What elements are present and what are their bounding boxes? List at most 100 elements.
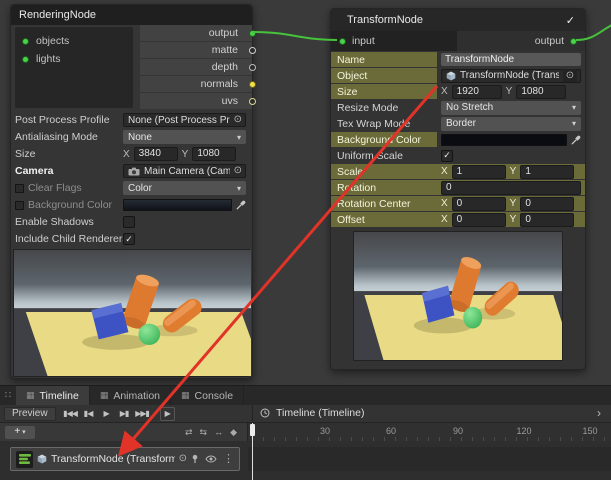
compositor-window: RenderingNode objects lights output — [0, 0, 611, 480]
size-x-field[interactable]: 1920 — [452, 85, 502, 99]
rendering-node[interactable]: RenderingNode objects lights output — [10, 4, 253, 379]
node-title: TransformNode — [347, 14, 423, 26]
output-port[interactable]: output — [457, 31, 585, 51]
object-picker-button[interactable]: ⊙ — [563, 69, 577, 82]
ruler-tick: 30 — [320, 426, 330, 436]
transform-node-properties: Name TransformNode Object TransformNode … — [331, 52, 585, 227]
size-y-field[interactable]: 1080 — [516, 85, 566, 99]
camera-field[interactable]: Main Camera (Camera) ⊙ — [123, 164, 246, 178]
playhead[interactable] — [250, 424, 255, 436]
background-color-swatch[interactable] — [123, 199, 232, 211]
replace-mode-button[interactable]: ↔ — [214, 428, 223, 437]
prev-frame-button[interactable]: ▮◀ — [81, 407, 96, 421]
tab-console[interactable]: ▦ Console — [171, 386, 244, 405]
panel-menu-icon[interactable]: ∷ — [0, 386, 16, 405]
eyedropper-icon[interactable] — [236, 200, 246, 210]
track-toolbar: + ▾ ⇄ ⇆ ↔ ◆ — [0, 423, 248, 441]
track-lane[interactable] — [248, 447, 611, 471]
output-port-matte[interactable]: matte — [140, 42, 252, 58]
output-port-depth[interactable]: depth — [140, 59, 252, 75]
property-row-object: Object TransformNode (Transform Node ⊙ — [331, 68, 585, 83]
size-x-field[interactable]: 3840 — [134, 147, 178, 161]
tex-wrap-mode-dropdown[interactable]: Border ▾ — [441, 117, 581, 131]
offset-y-field[interactable]: 0 — [520, 213, 574, 227]
rotation-center-y-field[interactable]: 0 — [520, 197, 574, 211]
resize-mode-dropdown[interactable]: No Stretch ▾ — [441, 101, 581, 115]
object-picker-icon[interactable]: ⊙ — [179, 454, 187, 464]
mix-mode-button[interactable]: ⇄ — [185, 428, 193, 437]
property-label: Size — [331, 84, 437, 99]
property-row-resize-mode: Resize Mode No Stretch ▾ — [331, 100, 585, 115]
port-dot[interactable] — [22, 56, 29, 63]
play-button[interactable]: ▶ — [99, 407, 114, 421]
kebab-menu-icon[interactable]: ⋮ — [223, 454, 234, 465]
input-port[interactable]: input — [331, 31, 457, 51]
transform-node[interactable]: TransformNode ✓ input output Name Transf… — [330, 8, 586, 370]
antialiasing-mode-dropdown[interactable]: None ▾ — [123, 130, 246, 144]
output-port-uvs[interactable]: uvs — [140, 93, 252, 109]
transform-node-header[interactable]: TransformNode ✓ — [331, 9, 585, 31]
object-picker-icon[interactable]: ⊙ — [234, 166, 242, 176]
y-label: Y — [510, 214, 517, 225]
tab-timeline[interactable]: ▦ Timeline — [16, 386, 90, 405]
port-dot[interactable] — [249, 81, 256, 88]
port-dot[interactable] — [339, 38, 346, 45]
eyedropper-icon[interactable] — [571, 135, 581, 145]
port-dot[interactable] — [249, 98, 256, 105]
rotation-field[interactable]: 0 — [441, 181, 581, 195]
node-enabled-checkbox[interactable]: ✓ — [566, 14, 575, 27]
name-field[interactable]: TransformNode — [441, 53, 581, 66]
input-port-objects[interactable]: objects — [15, 32, 133, 50]
eye-icon[interactable] — [205, 455, 217, 463]
include-child-renderers-checkbox[interactable]: ✓ — [123, 233, 135, 245]
forward-arrow-button[interactable]: › — [594, 406, 604, 420]
goto-end-button[interactable]: ▶▶▮ — [135, 407, 150, 421]
port-dot[interactable] — [570, 38, 577, 45]
play-range-button[interactable]: ▶ — [160, 407, 175, 421]
object-field[interactable]: TransformNode (Transform Node ⊙ — [441, 69, 581, 83]
pin-icon[interactable] — [191, 454, 199, 464]
timeline-ruler[interactable]: 30 60 90 120 150 — [248, 423, 611, 441]
size-y-field[interactable]: 1080 — [192, 147, 236, 161]
plus-icon: + — [14, 427, 20, 437]
marker-toggle-button[interactable]: ◆ — [230, 428, 237, 437]
rotation-center-x-field[interactable]: 0 — [452, 197, 506, 211]
port-label: matte — [212, 44, 238, 56]
timeline-tab-icon: ▦ — [26, 391, 35, 400]
port-dot[interactable] — [249, 47, 256, 54]
goto-start-button[interactable]: ▮◀◀ — [63, 407, 78, 421]
tab-animation[interactable]: ▦ Animation — [90, 386, 171, 405]
rendering-node-header[interactable]: RenderingNode — [11, 5, 252, 25]
dropdown-value: None — [128, 132, 152, 143]
scale-x-field[interactable]: 1 — [452, 165, 506, 179]
preview-toggle-button[interactable]: Preview — [4, 407, 56, 421]
ruler-tick: 150 — [582, 426, 597, 436]
next-frame-button[interactable]: ▶▮ — [117, 407, 132, 421]
override-checkbox[interactable] — [15, 184, 24, 193]
output-port-output[interactable]: output — [140, 25, 252, 41]
scale-y-field[interactable]: 1 — [520, 165, 574, 179]
port-dot[interactable] — [22, 38, 29, 45]
post-process-profile-field[interactable]: None (Post Process Profile) ⊙ — [123, 113, 246, 127]
port-label: normals — [201, 78, 238, 90]
override-checkbox[interactable] — [15, 201, 24, 210]
clip-edit-modes: ⇄ ⇆ ↔ ◆ — [185, 428, 237, 437]
timeline-track-transformnode[interactable]: TransformNode (Transform ⊙ ⋮ — [10, 447, 240, 471]
port-dot[interactable] — [249, 64, 256, 71]
property-row-background-color: Background Color — [15, 197, 252, 213]
enable-shadows-checkbox[interactable] — [123, 216, 135, 228]
offset-x-field[interactable]: 0 — [452, 213, 506, 227]
uniform-scale-checkbox[interactable]: ✓ — [441, 150, 453, 162]
ripple-mode-button[interactable]: ⇆ — [200, 428, 208, 437]
background-color-swatch[interactable] — [441, 134, 567, 146]
x-label: X — [441, 198, 448, 209]
timeline-tracks-area: TransformNode (Transform ⊙ ⋮ — [0, 441, 611, 480]
add-track-button[interactable]: + ▾ — [5, 426, 35, 439]
property-row-rotation: Rotation 0 — [331, 180, 585, 195]
port-dot[interactable] — [249, 30, 256, 37]
clear-flags-dropdown[interactable]: Color ▾ — [123, 181, 246, 195]
input-port-lights[interactable]: lights — [15, 50, 133, 68]
object-picker-icon[interactable]: ⊙ — [234, 115, 242, 125]
output-port-normals[interactable]: normals — [140, 76, 252, 92]
timeline-asset-selector[interactable]: Timeline (Timeline) › — [252, 405, 611, 421]
